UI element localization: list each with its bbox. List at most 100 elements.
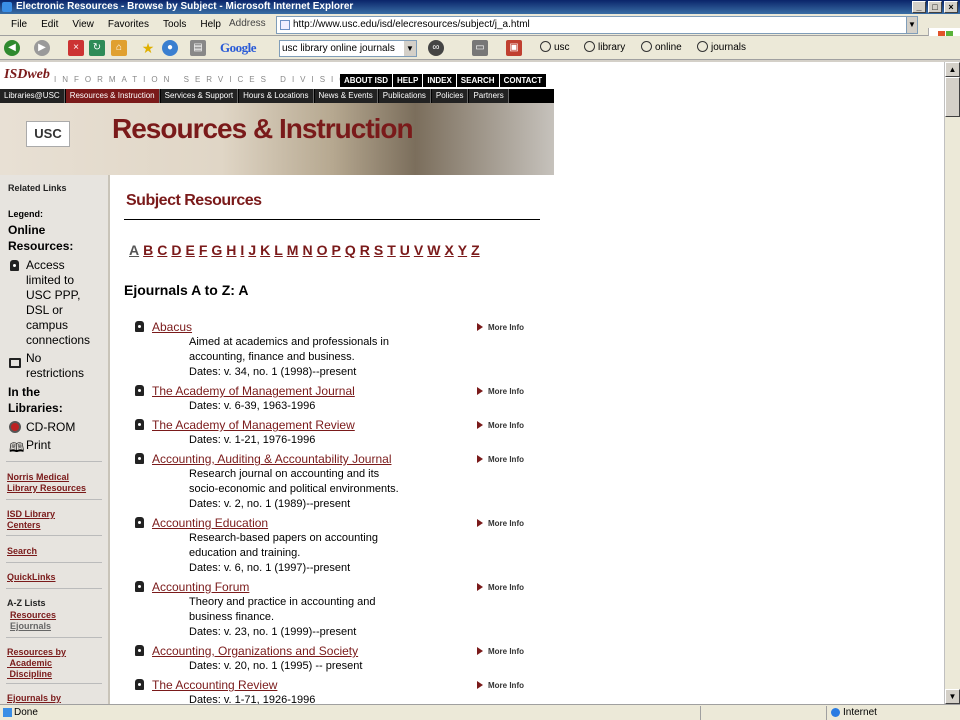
- google-logo: Google: [220, 40, 257, 56]
- quick-search-library[interactable]: library: [584, 41, 625, 53]
- journal-title-link[interactable]: Accounting, Organizations and Society: [152, 644, 358, 658]
- letter-l[interactable]: L: [274, 242, 283, 258]
- letter-d[interactable]: D: [171, 242, 181, 258]
- letter-y[interactable]: Y: [458, 242, 467, 258]
- more-info-link[interactable]: More Info: [477, 387, 524, 396]
- letter-z[interactable]: Z: [471, 242, 480, 258]
- letter-n[interactable]: N: [302, 242, 312, 258]
- link-norris-medical[interactable]: Norris Medical Library Resources: [7, 472, 86, 494]
- minimize-button[interactable]: _: [912, 1, 926, 13]
- nav-libraries[interactable]: Libraries@USC: [0, 89, 65, 103]
- link-quicklinks[interactable]: QuickLinks: [7, 572, 56, 583]
- journal-description: business finance.: [189, 611, 274, 623]
- close-button[interactable]: ×: [944, 1, 958, 13]
- more-info-link[interactable]: More Info: [477, 647, 524, 656]
- nav-partners[interactable]: Partners: [469, 89, 509, 103]
- journal-title-link[interactable]: The Academy of Management Journal: [152, 384, 355, 398]
- journal-title-link[interactable]: Accounting Education: [152, 516, 268, 530]
- usc-logo[interactable]: USC: [26, 121, 70, 147]
- letter-u[interactable]: U: [400, 242, 410, 258]
- top-link-about[interactable]: ABOUT ISD: [340, 74, 392, 87]
- isdweb-logo[interactable]: ISDweb: [4, 67, 50, 83]
- menu-view[interactable]: View: [65, 18, 101, 32]
- nav-news-events[interactable]: News & Events: [314, 89, 378, 103]
- letter-o[interactable]: O: [317, 242, 328, 258]
- letter-m[interactable]: M: [287, 242, 299, 258]
- link-search[interactable]: Search: [7, 546, 37, 557]
- google-search-input[interactable]: usc library online journals ▼: [279, 40, 417, 57]
- top-link-contact[interactable]: CONTACT: [499, 74, 547, 87]
- menu-help[interactable]: Help: [193, 18, 228, 32]
- popup-blocker-icon[interactable]: ▣: [506, 40, 522, 56]
- letter-s[interactable]: S: [374, 242, 383, 258]
- home-icon[interactable]: ⌂: [111, 40, 127, 56]
- letter-f[interactable]: F: [199, 242, 208, 258]
- menu-tools[interactable]: Tools: [156, 18, 193, 32]
- nav-policies[interactable]: Policies: [431, 89, 469, 103]
- quick-search-journals[interactable]: journals: [697, 41, 746, 53]
- letter-v[interactable]: V: [414, 242, 423, 258]
- more-info-link[interactable]: More Info: [477, 519, 524, 528]
- letter-g[interactable]: G: [211, 242, 222, 258]
- journal-title-link[interactable]: Accounting Forum: [152, 580, 249, 594]
- letter-x[interactable]: X: [444, 242, 453, 258]
- link-resources-by-discipline[interactable]: Resources by Academic Discipline: [7, 647, 66, 680]
- address-input[interactable]: http://www.usc.edu/isd/elecresources/sub…: [276, 16, 916, 34]
- scroll-down-icon[interactable]: ▼: [945, 689, 960, 704]
- nav-resources-instruction[interactable]: Resources & Instruction: [65, 89, 160, 103]
- quick-search-usc[interactable]: usc: [540, 41, 570, 53]
- maximize-button[interactable]: □: [928, 1, 942, 13]
- menu-file[interactable]: File: [4, 18, 34, 32]
- back-icon[interactable]: ◀: [4, 40, 20, 56]
- top-link-help[interactable]: HELP: [393, 74, 423, 87]
- more-info-link[interactable]: More Info: [477, 455, 524, 464]
- menu-edit[interactable]: Edit: [34, 18, 65, 32]
- top-link-search[interactable]: SEARCH: [456, 74, 499, 87]
- link-isd-library-centers[interactable]: ISD Library Centers: [7, 509, 55, 531]
- favorites-star-icon[interactable]: ★: [140, 40, 156, 56]
- letter-k[interactable]: K: [260, 242, 270, 258]
- nav-services-support[interactable]: Services & Support: [160, 89, 239, 103]
- stop-icon[interactable]: ×: [68, 40, 84, 56]
- journal-title-link[interactable]: The Accounting Review: [152, 678, 277, 692]
- scroll-thumb[interactable]: [945, 77, 960, 117]
- letter-r[interactable]: R: [360, 242, 370, 258]
- nav-hours-locations[interactable]: Hours & Locations: [239, 89, 314, 103]
- scroll-up-icon[interactable]: ▲: [945, 62, 960, 77]
- link-az-ejournals[interactable]: Ejournals: [10, 621, 51, 632]
- letter-i[interactable]: I: [240, 242, 244, 258]
- google-brand: Google: [220, 40, 257, 55]
- link-az-resources[interactable]: Resources: [10, 610, 56, 621]
- letter-p[interactable]: P: [331, 242, 340, 258]
- print-icon[interactable]: ▤: [190, 40, 206, 56]
- letter-w[interactable]: W: [427, 242, 440, 258]
- refresh-icon[interactable]: ↻: [89, 40, 105, 56]
- journal-title-link[interactable]: Accounting, Auditing & Accountability Jo…: [152, 452, 391, 466]
- google-dropdown-icon[interactable]: ▼: [404, 41, 416, 56]
- link-ejournals-by[interactable]: Ejournals by: [7, 693, 61, 704]
- letter-c[interactable]: C: [157, 242, 167, 258]
- letter-a[interactable]: A: [129, 242, 139, 258]
- address-dropdown-button[interactable]: ▼: [906, 16, 918, 34]
- letter-h[interactable]: H: [226, 242, 236, 258]
- more-info-link[interactable]: More Info: [477, 421, 524, 430]
- vertical-scrollbar[interactable]: ▲ ▼: [944, 62, 960, 704]
- more-info-link[interactable]: More Info: [477, 583, 524, 592]
- letter-t[interactable]: T: [387, 242, 396, 258]
- quick-search-online[interactable]: online: [641, 41, 682, 53]
- menu-favorites[interactable]: Favorites: [101, 18, 156, 32]
- nav-publications[interactable]: Publications: [378, 89, 431, 103]
- letter-j[interactable]: J: [248, 242, 256, 258]
- journal-title-link[interactable]: The Academy of Management Review: [152, 418, 355, 432]
- letter-e[interactable]: E: [186, 242, 195, 258]
- letter-q[interactable]: Q: [345, 242, 356, 258]
- journal-title-link[interactable]: Abacus: [152, 320, 192, 334]
- more-info-link[interactable]: More Info: [477, 681, 524, 690]
- media-icon[interactable]: ●: [162, 40, 178, 56]
- pagerank-icon[interactable]: ▭: [472, 40, 488, 56]
- more-info-link[interactable]: More Info: [477, 323, 524, 332]
- binoculars-icon[interactable]: ∞: [428, 40, 444, 56]
- letter-b[interactable]: B: [143, 242, 153, 258]
- forward-icon[interactable]: ▶: [34, 40, 50, 56]
- top-link-index[interactable]: INDEX: [423, 74, 456, 87]
